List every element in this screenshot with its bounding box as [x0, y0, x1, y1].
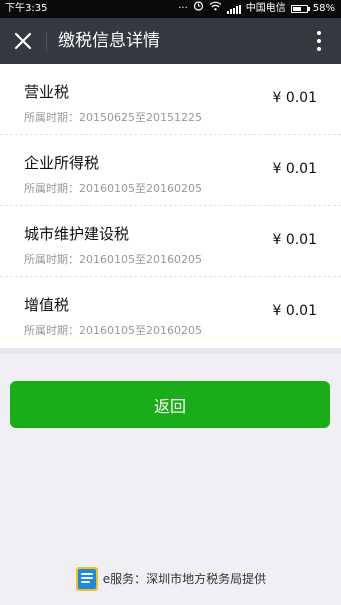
page-title: 缴税信息详情: [58, 31, 160, 51]
tax-item-business-tax: 营业税 所属时期：20150625至20151225 ¥ 0.01: [0, 64, 341, 135]
alarm-icon: [193, 0, 204, 18]
tax-item-corporate-income-tax: 企业所得税 所属时期：20160105至20160205 ¥ 0.01: [0, 135, 341, 206]
close-icon[interactable]: [10, 28, 36, 54]
tax-amount: ¥ 0.01: [272, 232, 317, 248]
tax-amount: ¥ 0.01: [272, 161, 317, 177]
tax-name: 增值税: [24, 296, 70, 314]
tax-period: 所属时期：20160105至20160205: [24, 253, 202, 266]
status-time: 下午3:35: [5, 3, 48, 14]
nav-bar: 缴税信息详情: [0, 18, 341, 64]
tax-name: 城市维护建设税: [24, 225, 130, 243]
nav-divider: [46, 31, 47, 51]
footer-text: e服务：深圳市地方税务局提供: [102, 572, 267, 586]
tax-item-urban-construction-tax: 城市维护建设税 所属时期：20160105至20160205 ¥ 0.01: [0, 206, 341, 277]
tax-period: 所属时期：20160105至20160205: [24, 182, 202, 195]
battery-icon: [290, 5, 310, 13]
tax-item-value-added-tax: 增值税 所属时期：20160105至20160205 ¥ 0.01: [0, 277, 341, 348]
notification-dots: ···: [178, 3, 188, 14]
tax-period: 所属时期：20150625至20151225: [24, 111, 202, 124]
tax-name: 企业所得税: [24, 154, 100, 172]
footer: e服务：深圳市地方税务局提供: [0, 565, 341, 593]
signal-icon: [226, 4, 241, 14]
tax-period: 所属时期：20160105至20160205: [24, 324, 202, 337]
list-bottom-divider: [0, 348, 341, 354]
battery-percent: 58%: [312, 3, 335, 14]
more-icon[interactable]: [307, 28, 331, 54]
tax-service-logo-icon: [75, 566, 99, 592]
wifi-icon: [209, 0, 222, 18]
status-bar: 下午3:35 ··· 中国电信 58%: [0, 0, 341, 18]
back-button[interactable]: 返回: [10, 381, 330, 428]
tax-amount: ¥ 0.01: [272, 90, 317, 106]
tax-amount: ¥ 0.01: [272, 303, 317, 319]
status-icons: ··· 中国电信 58%: [178, 0, 335, 18]
tax-name: 营业税: [24, 83, 70, 101]
tax-list: 营业税 所属时期：20150625至20151225 ¥ 0.01 企业所得税 …: [0, 64, 341, 348]
carrier-name: 中国电信: [245, 3, 286, 14]
